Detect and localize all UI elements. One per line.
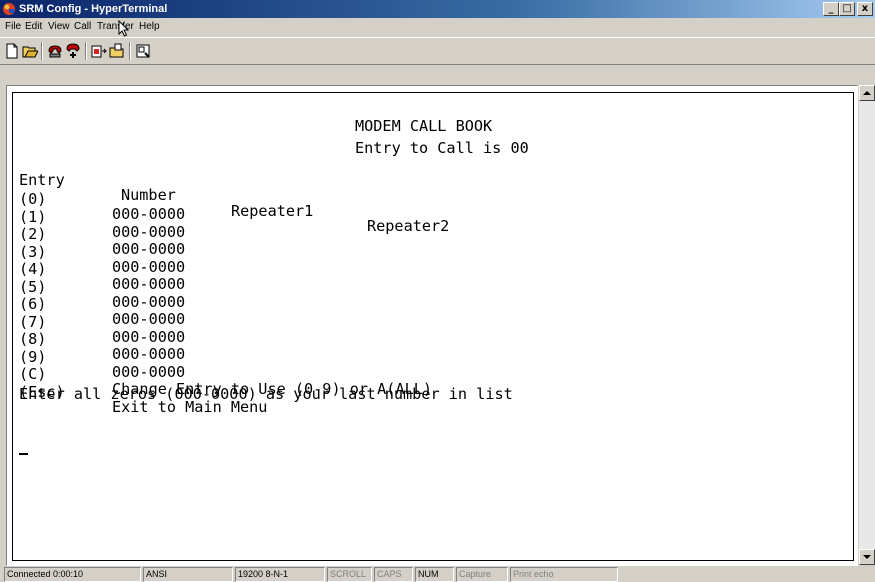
option-change-entry: (C) Change Entry to Use (0-9) or A(ALL): [19, 352, 619, 398]
footer-instruction: Enter all zeros (000-0000) as your last …: [19, 385, 513, 403]
table-row: (5) 000-0000: [19, 265, 319, 311]
option-exit: (Esc) Exit to Main Menu: [19, 370, 619, 416]
window-title: SRM Config - HyperTerminal: [19, 3, 168, 15]
toolbar-separator: [85, 42, 87, 60]
status-print-echo: Print echo: [510, 567, 618, 582]
table-row: (3) 000-0000: [19, 230, 319, 276]
toolbar-separator: [41, 42, 43, 60]
call-book-heading: MODEM CALL BOOK: [355, 117, 493, 135]
menu-file[interactable]: File: [5, 20, 21, 34]
header-repeater2: Repeater2: [367, 216, 450, 235]
status-capture: Capture: [456, 567, 508, 582]
new-icon[interactable]: [4, 43, 20, 59]
menu-bar: File Edit View Call Transfer Help: [0, 18, 875, 37]
toolbar-separator: [129, 42, 131, 60]
table-row: (7) 000-0000: [19, 300, 319, 346]
table-row: (9) 000-0000: [19, 335, 319, 381]
entry-to-call: Entry to Call is 00: [355, 139, 529, 157]
receive-icon[interactable]: [109, 43, 125, 59]
table-row: (0) 000-0000: [19, 177, 319, 223]
down-arrow-icon: [863, 555, 871, 559]
open-icon[interactable]: [22, 43, 38, 59]
vertical-scrollbar[interactable]: [859, 85, 875, 565]
menu-call[interactable]: Call: [74, 20, 91, 34]
status-bar: Connected 0:00:10 ANSI 19200 8-N-1 SCROL…: [0, 566, 875, 582]
menu-view[interactable]: View: [48, 20, 70, 34]
status-connected: Connected 0:00:10: [4, 567, 141, 582]
mouse-pointer-icon: [118, 20, 130, 37]
scroll-down-button[interactable]: [859, 549, 875, 565]
hyperterminal-app-icon[interactable]: [2, 2, 16, 16]
window-controls: _ □ x: [823, 2, 873, 16]
terminal-cursor: [19, 453, 28, 455]
connect-icon[interactable]: [47, 43, 63, 59]
table-row: (6) 000-0000: [19, 282, 319, 328]
menu-edit[interactable]: Edit: [25, 20, 42, 34]
title-bar[interactable]: SRM Config - HyperTerminal _ □ x: [0, 0, 875, 18]
menu-help[interactable]: Help: [139, 20, 160, 34]
up-arrow-icon: [863, 91, 871, 95]
scroll-up-button[interactable]: [859, 85, 875, 101]
table-row: (8) 000-0000: [19, 317, 319, 363]
toolbar: [0, 37, 875, 65]
status-num: NUM: [415, 567, 454, 582]
table-row: (4) 000-0000: [19, 247, 319, 293]
send-icon[interactable]: [91, 43, 107, 59]
minimize-button[interactable]: _: [823, 2, 839, 16]
disconnect-icon[interactable]: [65, 43, 81, 59]
status-caps: CAPS: [374, 567, 413, 582]
table-row: (2) 000-0000: [19, 212, 319, 258]
status-scroll: SCROLL: [327, 567, 372, 582]
maximize-button[interactable]: □: [839, 2, 855, 16]
close-button[interactable]: x: [857, 2, 873, 16]
properties-icon[interactable]: [135, 43, 151, 59]
status-emulation: ANSI: [143, 567, 233, 582]
status-settings: 19200 8-N-1: [235, 567, 325, 582]
column-headers: Entry Number Repeater1 Repeater2: [19, 158, 619, 234]
table-row: (1) 000-0000: [19, 195, 319, 241]
